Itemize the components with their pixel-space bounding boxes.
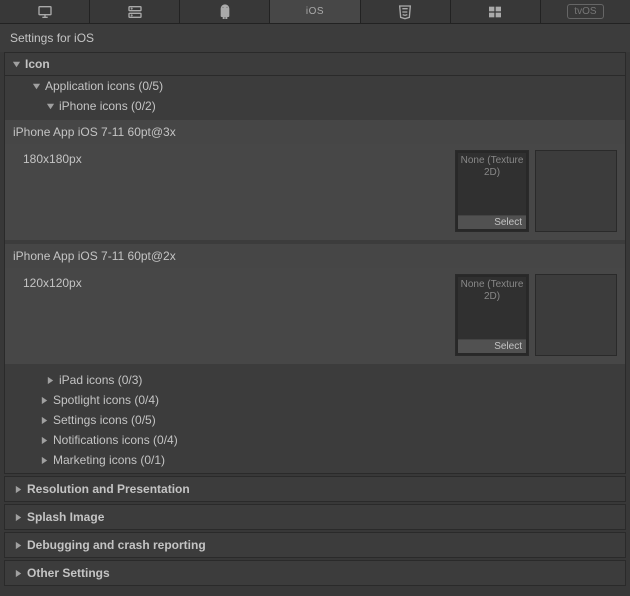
settings-icons-row[interactable]: Settings icons (0/5) [5,410,625,430]
debug-header[interactable]: Debugging and crash reporting [5,533,625,557]
icon-header[interactable]: Icon [5,53,625,76]
notifications-icons-row[interactable]: Notifications icons (0/4) [5,430,625,450]
resolution-section: Resolution and Presentation [4,476,626,502]
marketing-icons-row[interactable]: Marketing icons (0/1) [5,450,625,473]
tab-android[interactable] [180,0,270,23]
thumb-group: None (Texture 2D) Select [455,150,617,232]
tab-uwp[interactable] [451,0,541,23]
thumb-inner [538,277,614,355]
foldout-right-icon [13,513,23,522]
application-icons-label: Application icons (0/5) [45,79,163,93]
foldout-down-icon [45,102,55,111]
notifications-icons-label: Notifications icons (0/4) [53,433,178,447]
icon-preview [535,274,617,356]
html5-icon [397,4,413,20]
debug-title: Debugging and crash reporting [27,538,206,552]
android-icon [217,4,233,20]
icon-slot-size: 180x180px [13,150,455,232]
thumb-group: None (Texture 2D) Select [455,274,617,356]
ipad-icons-row[interactable]: iPad icons (0/3) [5,370,625,390]
texture-picker[interactable]: None (Texture 2D) Select [455,150,529,232]
debug-section: Debugging and crash reporting [4,532,626,558]
platform-tabs: iOS tvOS [0,0,630,24]
other-header[interactable]: Other Settings [5,561,625,585]
tab-standalone[interactable] [0,0,90,23]
windows-icon [487,4,503,20]
iphone-icons-label: iPhone icons (0/2) [59,99,156,113]
select-button[interactable]: Select [458,339,526,353]
content-area: Icon Application icons (0/5) iPhone icon… [0,52,630,594]
icon-slot-header: iPhone App iOS 7-11 60pt@3x [5,120,625,144]
foldout-right-icon [13,569,23,578]
page-title: Settings for iOS [0,24,630,52]
iphone-icons-row[interactable]: iPhone icons (0/2) [5,96,625,116]
foldout-right-icon [13,485,23,494]
spotlight-icons-row[interactable]: Spotlight icons (0/4) [5,390,625,410]
server-icon [127,4,143,20]
foldout-right-icon [39,396,49,405]
application-icons-row[interactable]: Application icons (0/5) [5,76,625,96]
icon-title: Icon [25,57,50,71]
resolution-title: Resolution and Presentation [27,482,190,496]
foldout-down-icon [31,82,41,91]
monitor-icon [37,4,53,20]
foldout-right-icon [39,416,49,425]
tab-tvos[interactable]: tvOS [541,0,630,23]
ipad-icons-label: iPad icons (0/3) [59,373,142,387]
thumb-inner [538,153,614,231]
icon-slot-body: 180x180px None (Texture 2D) Select [5,144,625,240]
icon-slot-body: 120x120px None (Texture 2D) Select [5,268,625,364]
resolution-header[interactable]: Resolution and Presentation [5,477,625,501]
splash-section: Splash Image [4,504,626,530]
splash-header[interactable]: Splash Image [5,505,625,529]
foldout-right-icon [39,456,49,465]
splash-title: Splash Image [27,510,104,524]
foldout-right-icon [13,541,23,550]
tab-webgl[interactable] [361,0,451,23]
texture-placeholder: None (Texture 2D) [458,153,526,179]
icon-slot-header: iPhone App iOS 7-11 60pt@2x [5,244,625,268]
foldout-right-icon [45,376,55,385]
tab-ios[interactable]: iOS [270,0,360,23]
texture-picker[interactable]: None (Texture 2D) Select [455,274,529,356]
ios-label: iOS [306,6,324,17]
icon-preview [535,150,617,232]
icon-slot-size: 120x120px [13,274,455,356]
texture-placeholder: None (Texture 2D) [458,277,526,303]
select-button[interactable]: Select [458,215,526,229]
foldout-down-icon [11,60,21,69]
spotlight-icons-label: Spotlight icons (0/4) [53,393,159,407]
settings-icons-label: Settings icons (0/5) [53,413,156,427]
other-section: Other Settings [4,560,626,586]
foldout-right-icon [39,436,49,445]
tvos-label: tvOS [567,4,603,19]
other-title: Other Settings [27,566,110,580]
tab-server[interactable] [90,0,180,23]
icon-panel: Icon Application icons (0/5) iPhone icon… [4,52,626,474]
marketing-icons-label: Marketing icons (0/1) [53,453,165,467]
